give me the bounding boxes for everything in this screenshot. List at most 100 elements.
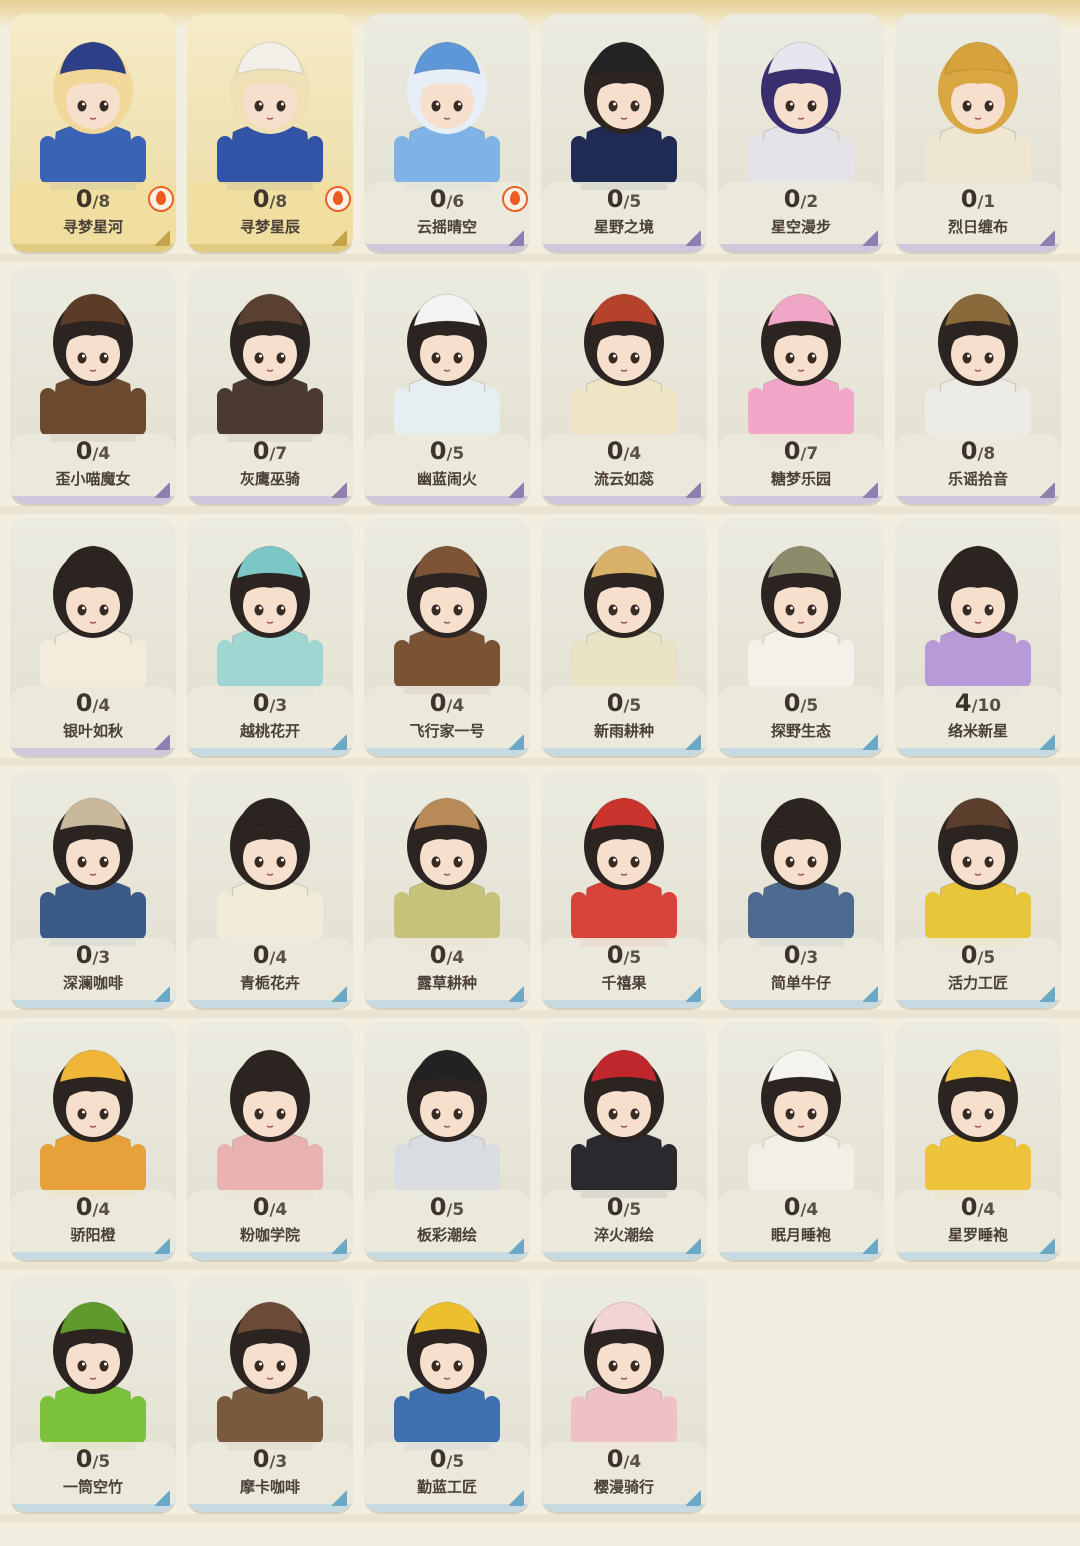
outfit-info-panel: 0/4 青栀花卉 <box>187 938 353 1000</box>
outfit-card[interactable]: 0/7 糖梦乐园 <box>718 266 884 504</box>
owned-count: 0 <box>252 941 270 969</box>
outfit-card[interactable]: 0/4 飞行家一号 <box>364 518 530 756</box>
outfit-portrait <box>541 1274 707 1451</box>
card-bottom-edge <box>541 1504 707 1512</box>
owned-count: 0 <box>75 185 93 213</box>
card-bottom-edge <box>364 1504 530 1512</box>
outfit-name: 粉咖学院 <box>239 1226 300 1244</box>
outfit-card[interactable]: 0/4 露草耕种 <box>364 770 530 1008</box>
owned-count: 0 <box>606 185 624 213</box>
outfit-portrait <box>541 14 707 191</box>
collection-progress: 0/5 <box>364 438 530 467</box>
owned-count: 0 <box>429 941 447 969</box>
outfit-card[interactable]: 0/1 烈日缠布 <box>895 14 1061 252</box>
outfit-card[interactable]: 0/5 板彩潮绘 <box>364 1022 530 1260</box>
avatar-figure <box>571 1301 677 1451</box>
outfit-card[interactable]: 0/3 越桃花开 <box>187 518 353 756</box>
collection-progress: 0/5 <box>541 1194 707 1223</box>
outfit-card[interactable]: 0/8 寻梦星河 <box>10 14 176 252</box>
card-bottom-edge <box>718 244 884 252</box>
total-count: 3 <box>275 696 288 716</box>
outfit-card[interactable]: 0/7 灰鹰巫骑 <box>187 266 353 504</box>
outfit-portrait <box>541 266 707 443</box>
outfit-info-panel: 0/4 骄阳橙 <box>10 1190 176 1252</box>
card-bottom-edge <box>895 496 1061 504</box>
outfit-name: 星空漫步 <box>770 218 831 236</box>
outfit-name: 银叶如秋 <box>62 722 123 740</box>
outfit-name: 勤蓝工匠 <box>416 1478 477 1496</box>
outfit-card[interactable]: 0/5 探野生态 <box>718 518 884 756</box>
outfit-card[interactable]: 0/4 眠月睡袍 <box>718 1022 884 1260</box>
collection-progress: 0/2 <box>718 186 884 215</box>
outfit-name: 露草耕种 <box>416 974 477 992</box>
outfit-card[interactable]: 0/8 寻梦星辰 <box>187 14 353 252</box>
owned-count: 0 <box>75 689 93 717</box>
outfit-name: 歪小喵魔女 <box>55 470 131 488</box>
collection-progress: 0/5 <box>364 1446 530 1475</box>
outfit-card[interactable]: 0/4 青栀花卉 <box>187 770 353 1008</box>
outfit-name: 寻梦星河 <box>62 218 123 236</box>
card-bottom-edge <box>718 496 884 504</box>
avatar-figure <box>925 1049 1031 1199</box>
outfit-card[interactable]: 0/6 云摇晴空 <box>364 14 530 252</box>
outfit-card[interactable]: 0/5 新雨耕种 <box>541 518 707 756</box>
outfit-card[interactable]: 0/8 乐谣拾音 <box>895 266 1061 504</box>
outfit-info-panel: 0/4 银叶如秋 <box>10 686 176 748</box>
outfit-info-panel: 0/5 一筒空竹 <box>10 1442 176 1504</box>
card-bottom-edge <box>10 1000 176 1008</box>
total-count: 4 <box>275 948 288 968</box>
total-count: 5 <box>452 1200 465 1220</box>
outfit-name: 板彩潮绘 <box>416 1226 477 1244</box>
outfit-card[interactable]: 0/3 深澜咖啡 <box>10 770 176 1008</box>
outfit-card[interactable]: 0/3 摩卡咖啡 <box>187 1274 353 1512</box>
outfit-info-panel: 0/3 摩卡咖啡 <box>187 1442 353 1504</box>
outfit-card[interactable]: 0/4 歪小喵魔女 <box>10 266 176 504</box>
outfit-card[interactable]: 0/5 勤蓝工匠 <box>364 1274 530 1512</box>
outfit-card[interactable]: 0/5 幽蓝闹火 <box>364 266 530 504</box>
outfit-info-panel: 0/5 新雨耕种 <box>541 686 707 748</box>
outfit-card[interactable]: 0/5 一筒空竹 <box>10 1274 176 1512</box>
card-bottom-edge <box>895 1252 1061 1260</box>
outfit-card[interactable]: 0/4 银叶如秋 <box>10 518 176 756</box>
avatar-figure <box>925 41 1031 191</box>
outfit-card[interactable]: 0/5 千禧果 <box>541 770 707 1008</box>
collection-progress: 0/4 <box>364 690 530 719</box>
outfit-info-panel: 0/5 幽蓝闹火 <box>364 434 530 496</box>
avatar-figure <box>748 797 854 947</box>
outfit-portrait <box>895 518 1061 695</box>
outfit-name: 青栀花卉 <box>239 974 300 992</box>
total-count: 5 <box>629 948 642 968</box>
card-bottom-edge <box>364 1252 530 1260</box>
outfit-card[interactable]: 0/4 星罗睡袍 <box>895 1022 1061 1260</box>
owned-count: 0 <box>429 1445 447 1473</box>
outfit-card[interactable]: 0/5 淬火潮绘 <box>541 1022 707 1260</box>
avatar-figure <box>217 41 323 191</box>
total-count: 8 <box>983 444 996 464</box>
outfit-portrait <box>10 1274 176 1451</box>
outfit-info-panel: 0/4 露草耕种 <box>364 938 530 1000</box>
total-count: 7 <box>275 444 288 464</box>
outfit-card[interactable]: 0/5 星野之境 <box>541 14 707 252</box>
avatar-figure <box>217 1301 323 1451</box>
collection-progress: 4/10 <box>895 690 1061 719</box>
collection-progress: 0/5 <box>541 690 707 719</box>
outfit-card[interactable]: 0/2 星空漫步 <box>718 14 884 252</box>
outfit-portrait <box>364 1274 530 1451</box>
outfit-card[interactable]: 0/4 樱漫骑行 <box>541 1274 707 1512</box>
avatar-figure <box>748 545 854 695</box>
outfit-card[interactable]: 4/10 络米新星 <box>895 518 1061 756</box>
total-count: 3 <box>275 1452 288 1472</box>
avatar-figure <box>40 293 146 443</box>
outfit-card[interactable]: 0/5 活力工匠 <box>895 770 1061 1008</box>
owned-count: 0 <box>783 437 801 465</box>
outfit-card[interactable]: 0/4 粉咖学院 <box>187 1022 353 1260</box>
card-bottom-edge <box>541 244 707 252</box>
outfit-name: 络米新星 <box>947 722 1008 740</box>
outfit-card[interactable]: 0/3 简单牛仔 <box>718 770 884 1008</box>
avatar-figure <box>571 545 677 695</box>
card-bottom-edge <box>895 1000 1061 1008</box>
card-bottom-edge <box>364 496 530 504</box>
outfit-info-panel: 0/4 眠月睡袍 <box>718 1190 884 1252</box>
outfit-card[interactable]: 0/4 骄阳橙 <box>10 1022 176 1260</box>
outfit-card[interactable]: 0/4 流云如蕊 <box>541 266 707 504</box>
